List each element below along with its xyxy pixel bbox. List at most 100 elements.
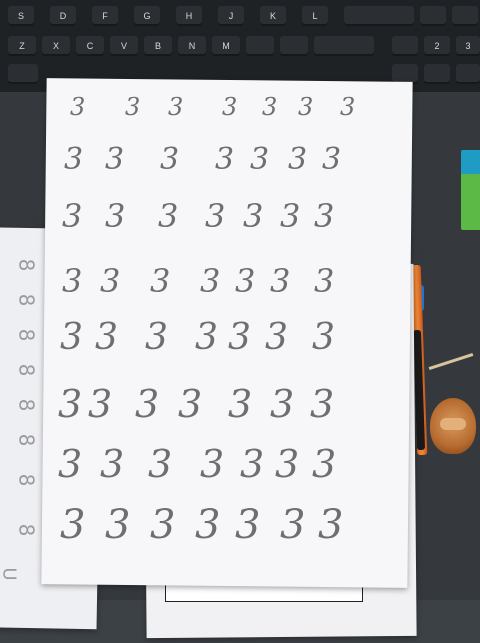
- handwritten-digit: 3: [200, 442, 225, 486]
- key-v: V: [110, 36, 138, 56]
- handwritten-digit: 3: [150, 502, 176, 548]
- handwritten-digit: 3: [105, 502, 131, 548]
- keychain-charm-face: [440, 418, 466, 430]
- key: [452, 6, 478, 26]
- handwritten-digit: 3: [310, 382, 335, 426]
- handwritten-side-digit: 8: [14, 293, 39, 307]
- handwritten-digit: 3: [275, 442, 300, 486]
- handwritten-digit: 3: [250, 142, 270, 177]
- handwritten-digit: 3: [280, 502, 306, 548]
- handwritten-digit: 3: [243, 197, 264, 235]
- key: [344, 6, 414, 26]
- handwritten-digit: 3: [62, 262, 83, 300]
- key: [392, 36, 418, 56]
- handwritten-digit: 3: [58, 442, 83, 486]
- handwritten-side-digit: 8: [14, 363, 39, 377]
- handwritten-digit: 3: [298, 93, 314, 121]
- key-label: 2: [434, 41, 440, 51]
- key-label: C: [86, 41, 94, 51]
- handwritten-digit: 3: [270, 382, 295, 426]
- handwritten-digit: 3: [105, 142, 125, 177]
- handwritten-digit: 3: [205, 197, 226, 235]
- handwritten-digit: 3: [240, 442, 265, 486]
- handwritten-digit: 3: [145, 317, 168, 358]
- key: [246, 36, 274, 56]
- key-label: F: [102, 11, 108, 21]
- handwritten-digit: 3: [222, 93, 238, 121]
- handwritten-digit: 3: [88, 382, 113, 426]
- handwritten-side-digit: 8: [14, 433, 39, 447]
- key-g: G: [134, 6, 160, 26]
- handwritten-digit: 3: [178, 382, 203, 426]
- key-d: D: [50, 6, 76, 26]
- handwritten-digit: 3: [135, 382, 160, 426]
- key-j: J: [218, 6, 244, 26]
- handwritten-digit: 3: [100, 442, 125, 486]
- key-m: M: [212, 36, 240, 56]
- key: [420, 6, 446, 26]
- key-b: B: [144, 36, 172, 56]
- handwritten-side-digit: 8: [14, 473, 39, 487]
- handwritten-digit: 3: [200, 262, 221, 300]
- key: [280, 36, 308, 56]
- handwritten-digit: 3: [235, 262, 256, 300]
- handwritten-digit: 3: [125, 93, 141, 121]
- key-s: S: [8, 6, 34, 26]
- handwritten-digit: 3: [322, 142, 342, 177]
- handwritten-side-digit: 8: [14, 328, 39, 342]
- key-label: D: [59, 11, 67, 21]
- handwritten-digit: 3: [95, 317, 118, 358]
- key-label: M: [222, 41, 230, 51]
- key-label: V: [120, 41, 127, 51]
- handwritten-digit: 3: [235, 502, 261, 548]
- key-h: H: [176, 6, 202, 26]
- handwritten-digit: 3: [60, 317, 83, 358]
- key-k: K: [260, 6, 286, 26]
- handwritten-digit: 3: [70, 93, 86, 121]
- handwritten-digit: 3: [148, 442, 173, 486]
- handwritten-digit: 3: [195, 502, 221, 548]
- handwritten-digit: 3: [280, 197, 301, 235]
- handwritten-digit: 3: [100, 262, 121, 300]
- handwritten-digit: 3: [62, 197, 83, 235]
- key-label: K: [269, 11, 276, 21]
- key: [424, 64, 450, 84]
- key-2: 2: [424, 36, 450, 56]
- handwritten-digit: 3: [105, 197, 126, 235]
- key-label: S: [17, 11, 24, 21]
- handwritten-digit: 3: [312, 442, 337, 486]
- key: [314, 36, 374, 56]
- key-c: C: [76, 36, 104, 56]
- key: [456, 64, 480, 84]
- handwritten-side-digit: 8: [14, 523, 39, 537]
- handwritten-digit: 3: [340, 93, 356, 121]
- key-label: G: [143, 11, 151, 21]
- key-f: F: [92, 6, 118, 26]
- key-label: 3: [465, 41, 471, 51]
- key-x: X: [42, 36, 70, 56]
- key: [8, 64, 38, 84]
- handwritten-digit: 3: [288, 142, 308, 177]
- handwritten-digit: 3: [215, 142, 235, 177]
- key-label: N: [188, 41, 196, 51]
- key-label: X: [52, 41, 59, 51]
- key-l: L: [302, 6, 328, 26]
- key-label: J: [228, 11, 234, 21]
- key-label: H: [185, 11, 193, 21]
- handwritten-digit: 3: [195, 317, 218, 358]
- handwritten-digit: 3: [64, 142, 84, 177]
- handwritten-digit: 3: [265, 317, 288, 358]
- key-label: Z: [19, 41, 25, 51]
- handwritten-digit: 3: [158, 197, 179, 235]
- handwritten-digit: 3: [314, 197, 335, 235]
- key-z: Z: [8, 36, 36, 56]
- sticker: [461, 150, 480, 230]
- handwritten-digit: 3: [228, 382, 253, 426]
- handwritten-digit: 3: [312, 317, 335, 358]
- handwritten-digit: 3: [270, 262, 291, 300]
- handwritten-digit: 3: [58, 382, 83, 426]
- handwritten-digit: 3: [150, 262, 171, 300]
- handwritten-side-digit: 8: [14, 258, 39, 272]
- photo-scene: S D F G H J K L Z X C V B N M 2 3 3 3 3 …: [0, 0, 480, 643]
- handwritten-side-digit: 8: [14, 398, 39, 412]
